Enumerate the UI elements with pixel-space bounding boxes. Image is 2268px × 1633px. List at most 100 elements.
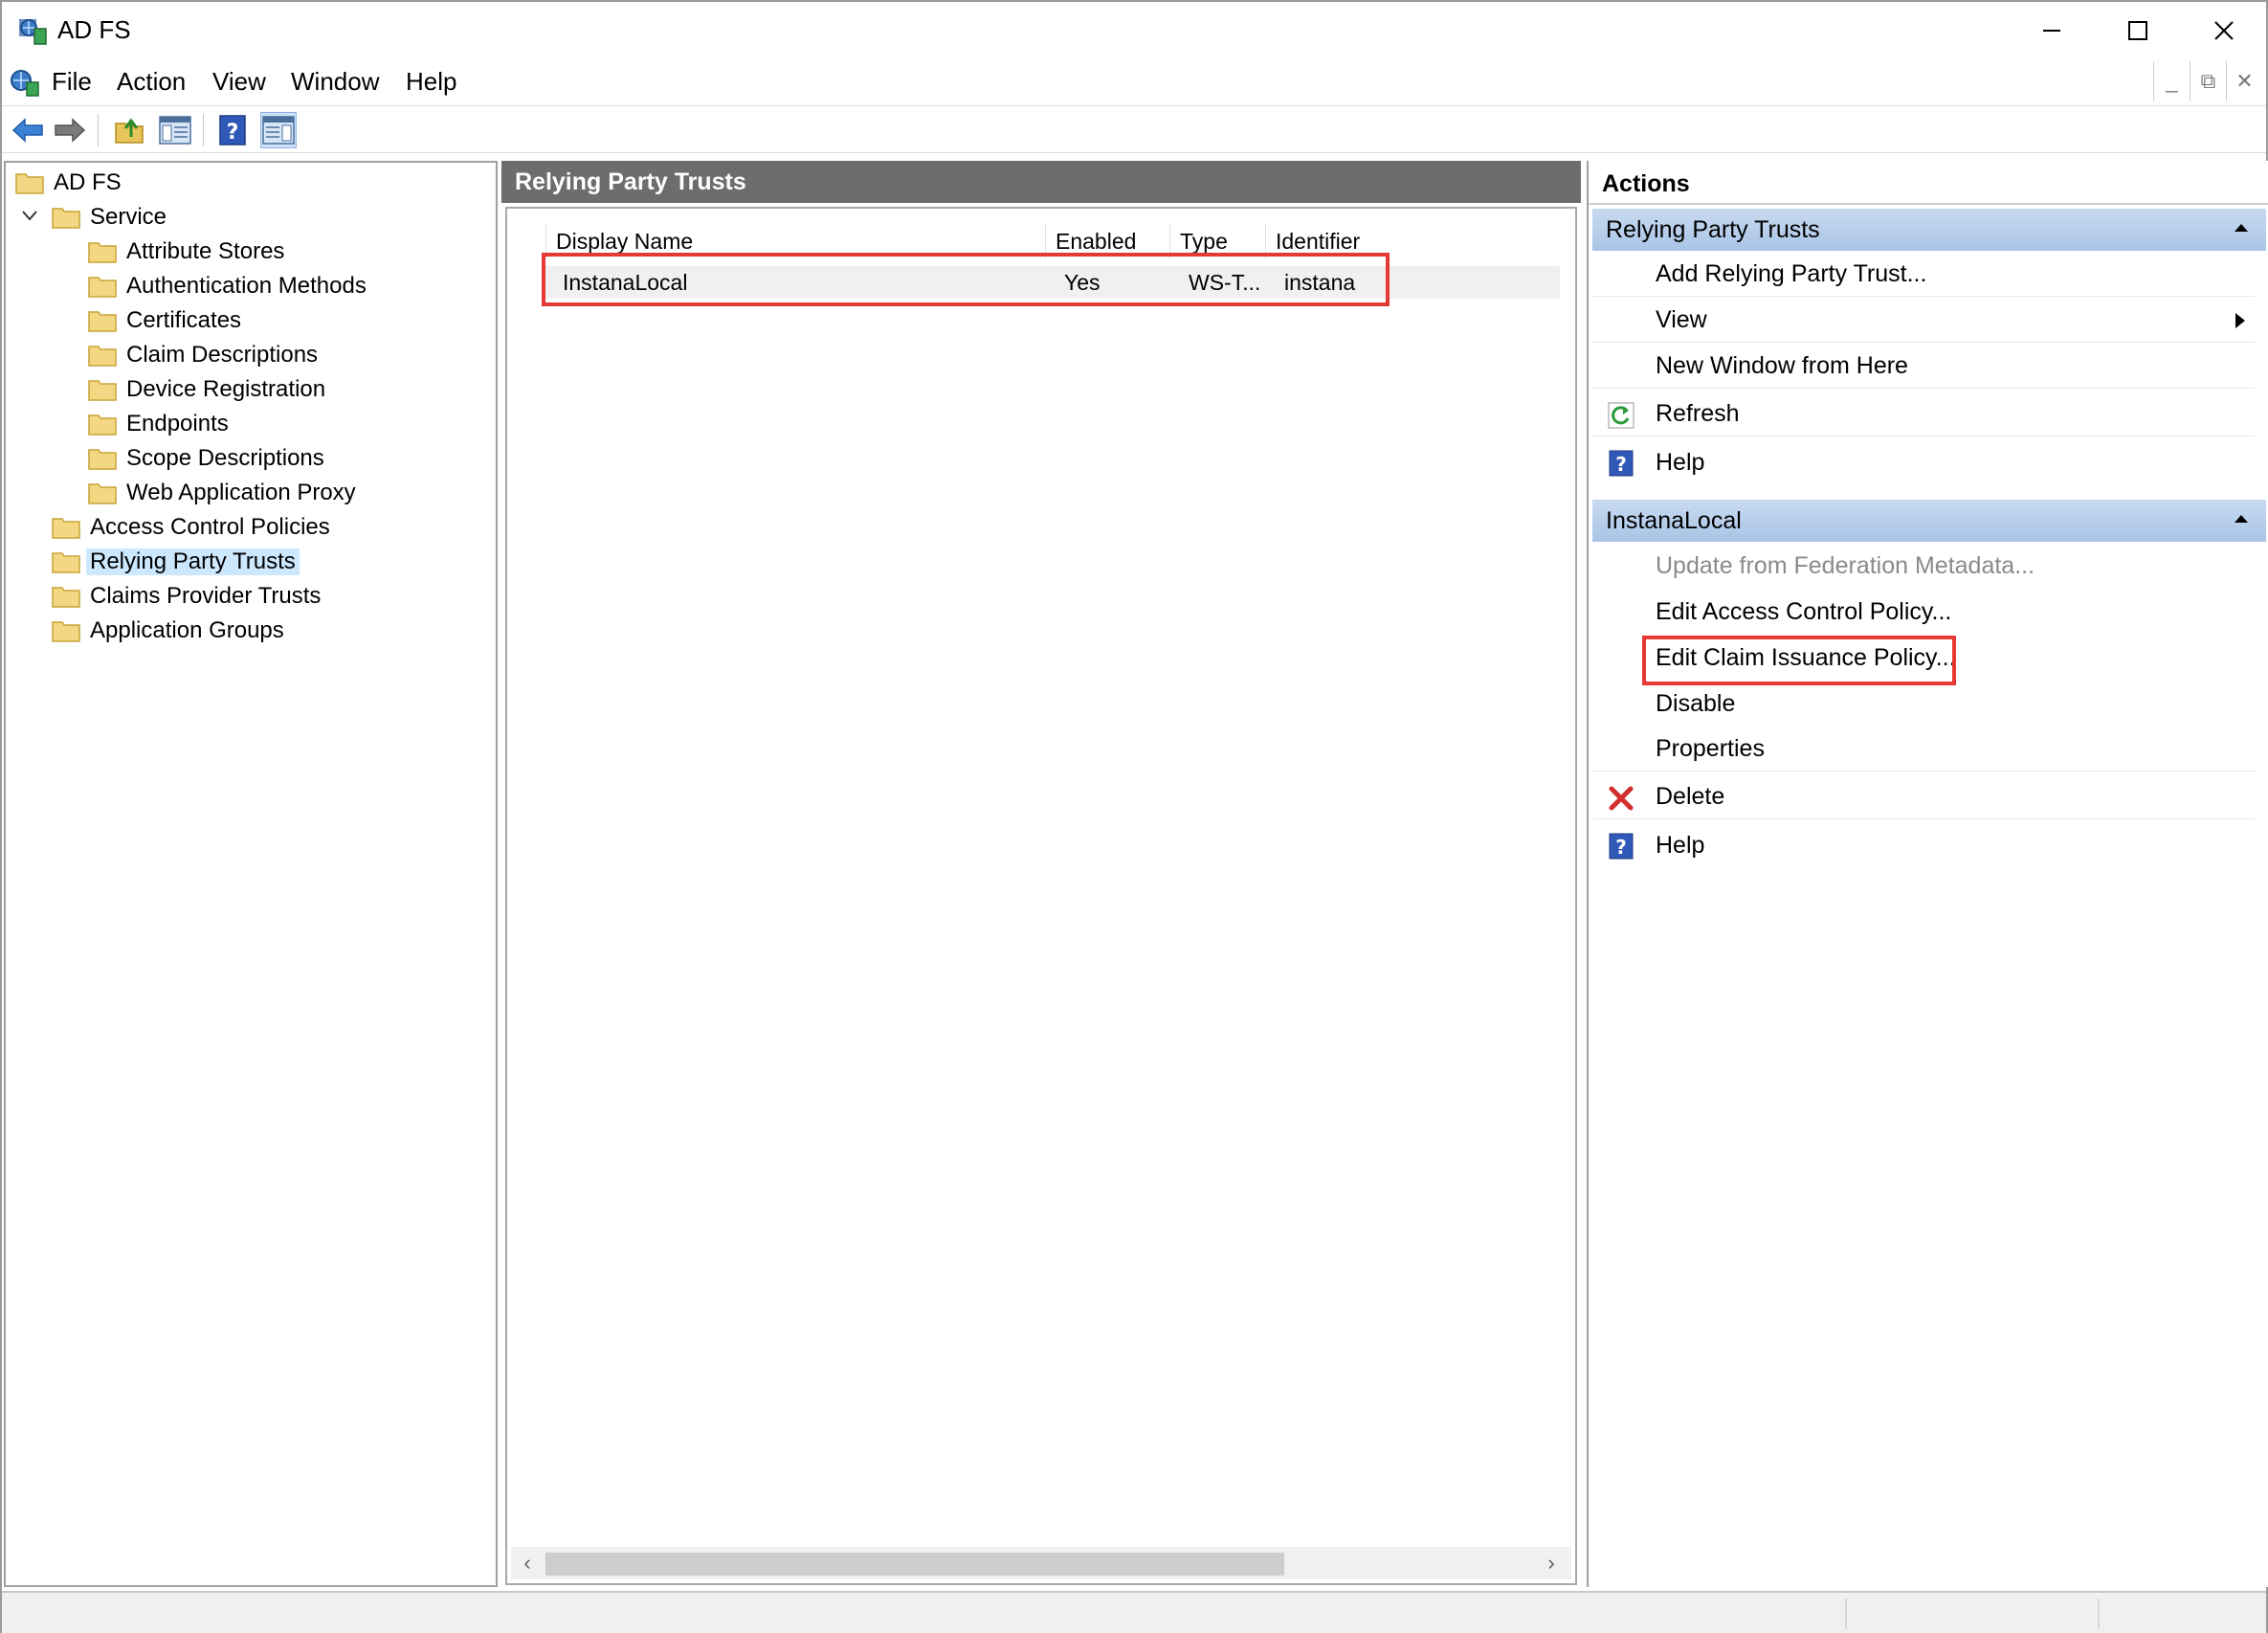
minimize-button[interactable] bbox=[2008, 2, 2096, 59]
actions-section-relying-party-trusts[interactable]: Relying Party Trusts bbox=[1592, 209, 2266, 251]
toolbar-separator bbox=[98, 114, 99, 146]
action-update-from-federation-metadata: Update from Federation Metadata... bbox=[1592, 544, 2255, 588]
menu-view[interactable]: View bbox=[207, 67, 272, 97]
show-hide-action-pane-button[interactable] bbox=[260, 112, 297, 148]
actions-pane-title: Actions bbox=[1589, 161, 2268, 205]
status-bar bbox=[2, 1591, 2266, 1633]
collapse-up-icon[interactable] bbox=[2232, 218, 2251, 237]
action-label: Edit Access Control Policy... bbox=[1656, 597, 1952, 625]
status-separator bbox=[2098, 1599, 2100, 1629]
action-label: Refresh bbox=[1656, 400, 1740, 427]
folder-icon bbox=[88, 277, 117, 298]
show-hide-tree-button[interactable] bbox=[157, 112, 193, 148]
adfs-system-menu-icon[interactable] bbox=[8, 65, 42, 100]
tree-item-authentication-methods[interactable]: Authentication Methods bbox=[88, 270, 367, 302]
action-help-instanalocal[interactable]: ? Help bbox=[1592, 823, 2255, 867]
folder-icon bbox=[88, 483, 117, 504]
tree-item-endpoints[interactable]: Endpoints bbox=[88, 408, 229, 440]
action-label: Update from Federation Metadata... bbox=[1656, 551, 2035, 579]
tree-item-scope-descriptions[interactable]: Scope Descriptions bbox=[88, 442, 324, 475]
folder-icon bbox=[88, 346, 117, 367]
folder-icon bbox=[88, 311, 117, 332]
menu-window[interactable]: Window bbox=[285, 67, 385, 97]
minimize-icon bbox=[2043, 30, 2060, 32]
action-view[interactable]: View bbox=[1592, 299, 2255, 343]
forward-icon bbox=[55, 118, 86, 143]
toolbar: ? bbox=[2, 105, 2266, 153]
scrollbar-thumb[interactable] bbox=[545, 1553, 1284, 1576]
title-bar: AD FS bbox=[2, 2, 2266, 59]
forward-button[interactable] bbox=[52, 112, 88, 148]
maximize-button[interactable] bbox=[2094, 2, 2182, 59]
action-label: Disable bbox=[1656, 689, 1736, 717]
folder-icon bbox=[52, 208, 80, 229]
results-pane: Relying Party Trusts Display Name Enable… bbox=[501, 161, 1581, 1587]
svg-text:?: ? bbox=[1615, 453, 1627, 476]
back-button[interactable] bbox=[10, 112, 46, 148]
action-help[interactable]: ? Help bbox=[1592, 440, 2255, 484]
tree-label: Claim Descriptions bbox=[126, 342, 319, 368]
tree-item-adfs-root[interactable]: AD FS bbox=[15, 167, 122, 199]
tree-item-access-control-policies[interactable]: Access Control Policies bbox=[52, 511, 330, 544]
tree-label: Authentication Methods bbox=[126, 273, 367, 299]
action-label: Add Relying Party Trust... bbox=[1656, 260, 1927, 287]
tree-item-service[interactable]: Service bbox=[52, 201, 167, 234]
show-hide-tree-icon bbox=[159, 116, 191, 145]
actions-section-instanalocal[interactable]: InstanaLocal bbox=[1592, 500, 2266, 542]
tree-item-claim-descriptions[interactable]: Claim Descriptions bbox=[88, 339, 318, 371]
tree-label: Device Registration bbox=[126, 376, 326, 402]
chevron-down-icon[interactable] bbox=[19, 205, 40, 226]
action-label: Properties bbox=[1656, 735, 1765, 762]
mdi-minimize-icon[interactable]: _ bbox=[2153, 61, 2190, 101]
action-label: Help bbox=[1656, 448, 1705, 476]
mdi-close-icon[interactable]: ✕ bbox=[2226, 61, 2262, 101]
tree-item-relying-party-trusts[interactable]: Relying Party Trusts bbox=[52, 546, 300, 578]
status-separator bbox=[1845, 1599, 1847, 1629]
tree-item-web-application-proxy[interactable]: Web Application Proxy bbox=[88, 477, 356, 509]
actions-pane: Actions Relying Party Trusts Add Relying… bbox=[1587, 161, 2268, 1587]
horizontal-scrollbar[interactable]: ‹ › bbox=[511, 1547, 1571, 1579]
folder-icon bbox=[88, 449, 117, 470]
help-icon: ? bbox=[219, 115, 246, 145]
menu-action[interactable]: Action bbox=[111, 67, 191, 97]
action-edit-access-control-policy[interactable]: Edit Access Control Policy... bbox=[1592, 590, 2255, 634]
scroll-left-icon[interactable]: ‹ bbox=[515, 1551, 540, 1576]
scroll-right-icon[interactable]: › bbox=[1539, 1551, 1564, 1576]
up-folder-icon bbox=[115, 118, 144, 144]
folder-icon bbox=[88, 414, 117, 436]
action-refresh[interactable]: Refresh bbox=[1592, 392, 2255, 436]
action-disable[interactable]: Disable bbox=[1592, 682, 2255, 726]
action-highlight-box bbox=[1642, 636, 1956, 685]
help-icon: ? bbox=[1609, 833, 1634, 860]
tree-item-device-registration[interactable]: Device Registration bbox=[88, 373, 325, 406]
up-one-level-button[interactable] bbox=[111, 112, 147, 148]
action-properties[interactable]: Properties bbox=[1592, 727, 2255, 772]
action-delete[interactable]: Delete bbox=[1592, 775, 2255, 819]
maximize-icon bbox=[2128, 21, 2147, 40]
tree-item-application-groups[interactable]: Application Groups bbox=[52, 615, 284, 647]
tree-label: Web Application Proxy bbox=[126, 480, 356, 505]
menu-bar: File Action View Window Help _ ⧉ ✕ bbox=[2, 61, 2266, 103]
folder-icon bbox=[52, 621, 80, 642]
tree-label: Attribute Stores bbox=[126, 238, 285, 264]
delete-icon bbox=[1609, 786, 1634, 811]
action-label: View bbox=[1656, 306, 1707, 333]
action-label: New Window from Here bbox=[1656, 352, 1908, 379]
tree-label: AD FS bbox=[54, 169, 122, 195]
tree-label: Access Control Policies bbox=[90, 514, 330, 540]
show-hide-action-pane-icon bbox=[262, 116, 295, 145]
close-button[interactable] bbox=[2180, 2, 2268, 59]
menu-file[interactable]: File bbox=[46, 67, 98, 97]
help-toolbar-button[interactable]: ? bbox=[214, 112, 251, 148]
tree-item-certificates[interactable]: Certificates bbox=[88, 304, 241, 337]
tree-item-claims-provider-trusts[interactable]: Claims Provider Trusts bbox=[52, 580, 321, 613]
results-pane-title: Relying Party Trusts bbox=[501, 161, 1581, 203]
folder-icon bbox=[15, 173, 44, 194]
mdi-restore-icon[interactable]: ⧉ bbox=[2190, 61, 2226, 101]
action-add-relying-party-trust[interactable]: Add Relying Party Trust... bbox=[1592, 253, 2255, 297]
adfs-window: AD FS File Action View Window Help _ ⧉ ✕ bbox=[0, 0, 2268, 1633]
collapse-up-icon[interactable] bbox=[2232, 509, 2251, 528]
tree-item-attribute-stores[interactable]: Attribute Stores bbox=[88, 235, 284, 268]
menu-help[interactable]: Help bbox=[400, 67, 462, 97]
action-new-window-from-here[interactable]: New Window from Here bbox=[1592, 345, 2255, 389]
